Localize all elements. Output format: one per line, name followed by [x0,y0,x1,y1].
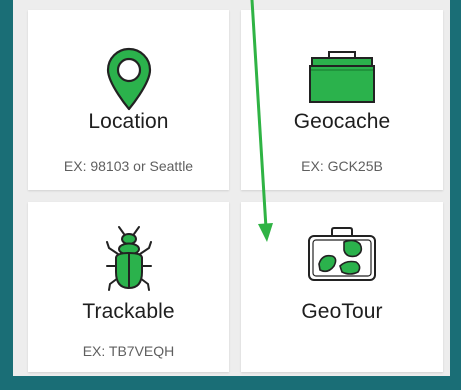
geocache-hint: EX: GCK25B [301,158,383,174]
search-type-panel: Location EX: 98103 or Seattle Geocache E… [13,0,450,376]
trackable-title: Trackable [82,300,175,323]
trackable-hint: EX: TB7VEQH [82,343,175,359]
location-card[interactable]: Location EX: 98103 or Seattle [28,10,229,190]
geotour-title: GeoTour [301,300,383,323]
geocache-title: Geocache [293,110,391,133]
beetle-icon [28,224,229,292]
suitcase-icon [241,224,443,292]
geotour-card[interactable]: GeoTour [241,202,443,372]
ammo-can-icon [241,46,443,112]
location-hint: EX: 98103 or Seattle [63,158,194,174]
location-pin-icon [28,46,229,112]
geocache-card[interactable]: Geocache EX: GCK25B [241,10,443,190]
location-title: Location [88,110,169,133]
trackable-card[interactable]: Trackable EX: TB7VEQH [28,202,229,372]
